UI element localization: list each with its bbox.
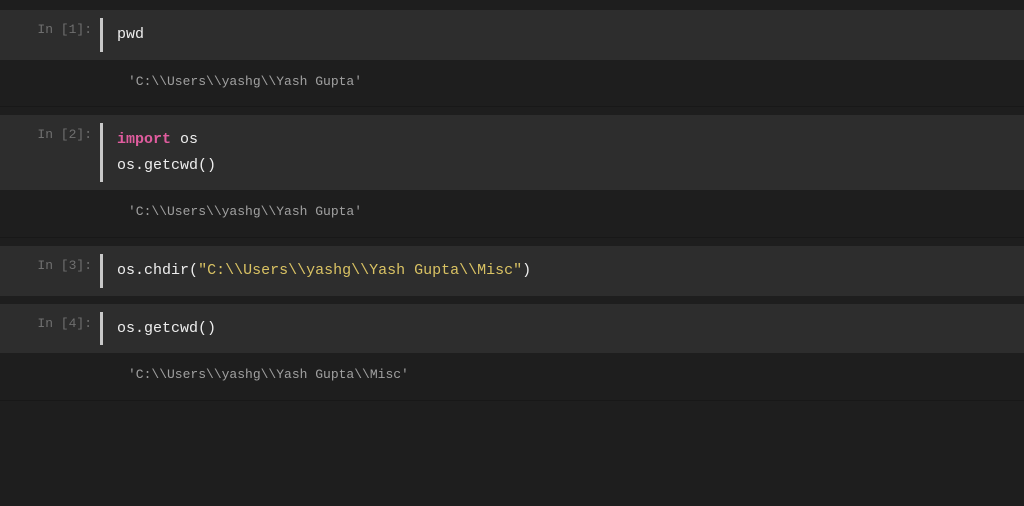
notebook-cell: In [4]: os.getcwd() 'C:\\Users\\yashg\\Yas… <box>0 304 1024 401</box>
code-area[interactable]: import osos.getcwd() <box>103 115 1024 190</box>
code-token: () <box>198 320 216 337</box>
output-text: 'C:\\Users\\yashg\\Yash Gupta' <box>100 202 1024 223</box>
input-row[interactable]: In [4]: os.getcwd() <box>0 304 1024 354</box>
code-token: () <box>198 157 216 174</box>
input-prompt: In [1]: <box>0 10 100 60</box>
code-token: import <box>117 131 171 148</box>
code-token: . <box>135 157 144 174</box>
code-token: ) <box>522 262 531 279</box>
input-prompt: In [3]: <box>0 246 100 296</box>
output-row: 'C:\\Users\\yashg\\Yash Gupta' <box>0 190 1024 238</box>
notebook-cell: In [3]: os.chdir("C:\\Users\\yashg\\Yash … <box>0 246 1024 296</box>
code-token: os <box>171 131 198 148</box>
code-area[interactable]: pwd <box>103 10 1024 60</box>
code-line: import os <box>117 127 1010 153</box>
code-token: pwd <box>117 26 144 43</box>
output-prompt-spacer <box>0 365 100 386</box>
code-area[interactable]: os.getcwd() <box>103 304 1024 354</box>
notebook-cell: In [2]:import osos.getcwd()'C:\\Users\\y… <box>0 115 1024 238</box>
output-prompt-spacer <box>0 202 100 223</box>
code-token: ( <box>189 262 198 279</box>
input-prompt: In [4]: <box>0 304 100 354</box>
output-row: 'C:\\Users\\yashg\\Yash Gupta\\Misc' <box>0 353 1024 401</box>
input-row[interactable]: In [2]:import osos.getcwd() <box>0 115 1024 190</box>
code-token: getcwd <box>144 157 198 174</box>
notebook-container: In [1]: pwd 'C:\\Users\\yashg\\Yash Gupta'… <box>0 10 1024 401</box>
output-text: 'C:\\Users\\yashg\\Yash Gupta' <box>100 72 1024 93</box>
notebook-cell: In [1]: pwd 'C:\\Users\\yashg\\Yash Gupta' <box>0 10 1024 107</box>
code-token: . <box>135 320 144 337</box>
code-line: os.getcwd() <box>117 316 1010 342</box>
input-row[interactable]: In [3]: os.chdir("C:\\Users\\yashg\\Yash … <box>0 246 1024 296</box>
code-line: pwd <box>117 22 1010 48</box>
code-token: chdir <box>144 262 189 279</box>
output-row: 'C:\\Users\\yashg\\Yash Gupta' <box>0 60 1024 108</box>
code-area[interactable]: os.chdir("C:\\Users\\yashg\\Yash Gupta\\… <box>103 246 1024 296</box>
code-token: . <box>135 262 144 279</box>
code-token: os <box>117 320 135 337</box>
code-line: os.getcwd() <box>117 153 1010 179</box>
input-row[interactable]: In [1]: pwd <box>0 10 1024 60</box>
output-text: 'C:\\Users\\yashg\\Yash Gupta\\Misc' <box>100 365 1024 386</box>
code-token: os <box>117 157 135 174</box>
code-line: os.chdir("C:\\Users\\yashg\\Yash Gupta\\… <box>117 258 1010 284</box>
output-prompt-spacer <box>0 72 100 93</box>
code-token: getcwd <box>144 320 198 337</box>
code-token: os <box>117 262 135 279</box>
input-prompt: In [2]: <box>0 115 100 190</box>
code-token: "C:\\Users\\yashg\\Yash Gupta\\Misc" <box>198 262 522 279</box>
